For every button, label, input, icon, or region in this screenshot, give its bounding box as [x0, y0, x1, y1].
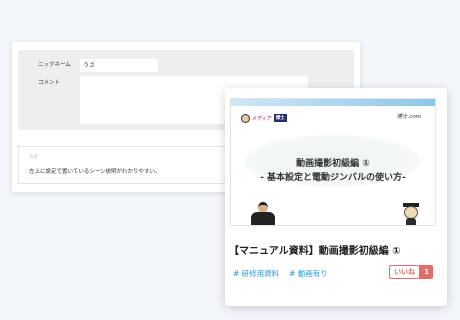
comment-text: 左上に設定で置いているシーン説明がわかりやすい。	[29, 169, 161, 175]
tag-video[interactable]: # 動画有り	[289, 268, 328, 279]
logo-text: メディア	[252, 115, 272, 122]
media-logo: メディア 博士	[241, 112, 287, 124]
slide-title-line1: 動画撮影初級編 ①	[296, 159, 370, 169]
like-button[interactable]: いいね 1	[389, 265, 433, 279]
slide-header-bar	[231, 99, 435, 106]
like-label: いいね	[389, 265, 421, 279]
material-card[interactable]: メディア 博士 博士.com 動画撮影初級編 ① - 基本設定と電動ジンバルの使…	[225, 88, 447, 306]
mascot-icon	[401, 203, 421, 225]
presenter-photo	[249, 202, 277, 225]
logo-box: 博士	[273, 114, 287, 122]
tag-training[interactable]: # 研修用資料	[233, 268, 279, 279]
comment-author: うさ	[29, 155, 38, 160]
logo-face-icon	[241, 113, 250, 123]
like-count: 1	[420, 265, 433, 279]
slide-title-line2: - 基本設定と電動ジンバルの使い方-	[260, 173, 406, 183]
nickname-input[interactable]: うさ	[80, 59, 158, 72]
nickname-label: ニックネーム	[38, 62, 71, 68]
material-title[interactable]: 【マニュアル資料】動画撮影初級編 ①	[229, 242, 401, 257]
comment-label: コメント	[38, 80, 61, 86]
tag-list: # 研修用資料 # 動画有り	[233, 268, 328, 279]
slide-thumbnail[interactable]: メディア 博士 博士.com 動画撮影初級編 ① - 基本設定と電動ジンバルの使…	[230, 98, 436, 226]
logo-right: 博士.com	[396, 114, 421, 120]
